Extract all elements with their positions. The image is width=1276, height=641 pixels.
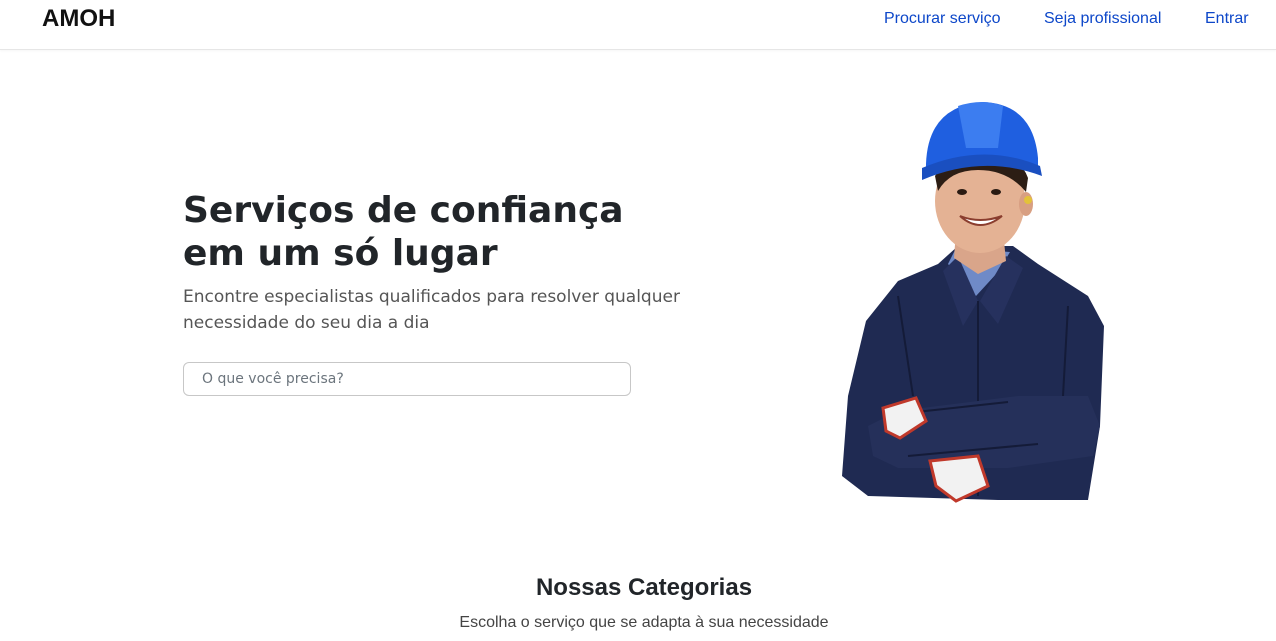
hero-title-line-1: Serviços de confiança <box>183 190 624 231</box>
nav-link-seja-profissional[interactable]: Seja profissional <box>1044 10 1161 28</box>
worker-in-hardhat-photo <box>842 102 1104 503</box>
nav-link-procurar-servico[interactable]: Procurar serviço <box>884 10 1000 28</box>
hero-subtitle: Encontre especialistas qualificados para… <box>183 284 723 336</box>
brand-logo[interactable]: AMOH <box>42 5 115 33</box>
hero-title: Serviços de confiança em um só lugar <box>183 189 743 275</box>
hero-title-line-2: em um só lugar <box>183 233 498 274</box>
hero-subtitle-line-2: necessidade do seu dia a dia <box>183 313 430 333</box>
navbar: AMOH Procurar serviço Seja profissional … <box>0 0 1276 50</box>
nav-link-entrar[interactable]: Entrar <box>1205 10 1249 28</box>
hero-subtitle-line-1: Encontre especialistas qualificados para… <box>183 287 680 307</box>
search-input[interactable] <box>183 362 631 396</box>
categories-title: Nossas Categorias <box>535 574 753 601</box>
categories-subtitle: Escolha o serviço que se adapta à sua ne… <box>459 614 829 631</box>
